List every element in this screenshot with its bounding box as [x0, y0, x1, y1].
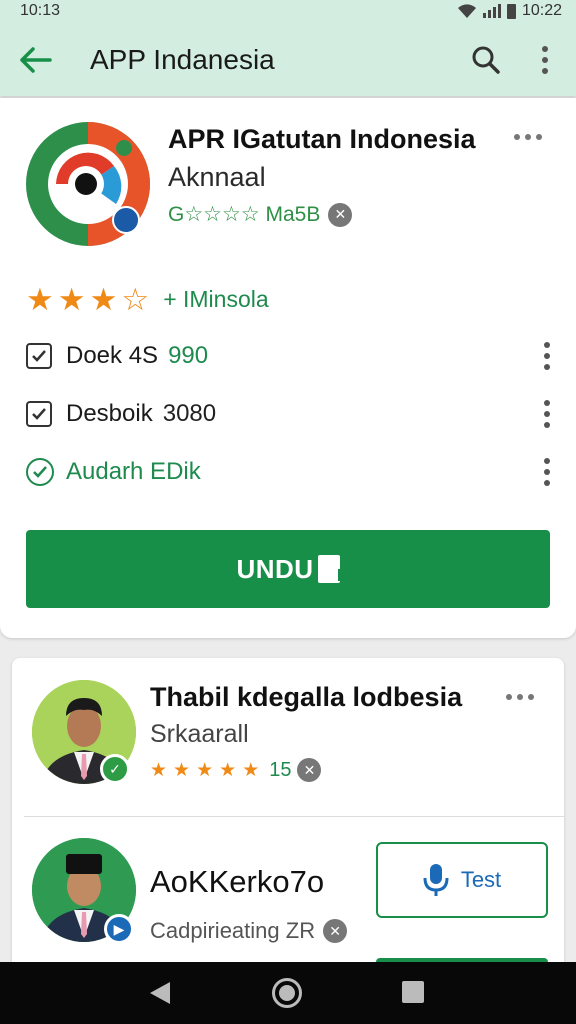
app-logo-icon: [26, 122, 150, 246]
option-row[interactable]: Desboik 3080: [26, 394, 556, 434]
system-nav-bar: [0, 962, 576, 1024]
rating-row: ★ ★ ★ ☆ + IMinsola: [26, 284, 269, 315]
divider: [24, 816, 564, 817]
app-title: APR IGatutan Indonesia: [168, 124, 476, 154]
star-filled-icon: ★: [57, 282, 86, 317]
install-label: UNDU: [236, 553, 314, 584]
overflow-menu-button[interactable]: [528, 40, 562, 80]
more-vertical-icon[interactable]: [544, 458, 550, 486]
play-badge-icon: ▶: [104, 914, 134, 944]
nav-recents-icon[interactable]: [402, 981, 424, 1003]
list-item-title[interactable]: AoKKerko7o: [150, 864, 324, 900]
app-developer: Aknnaal: [168, 162, 266, 192]
rating-text[interactable]: + IMinsola: [163, 286, 268, 313]
check-icon: [32, 408, 46, 420]
install-button[interactable]: UNDU: [26, 530, 550, 608]
app-icon: [26, 122, 150, 246]
app-meta-text: G☆☆☆☆ Ma5B: [168, 203, 321, 226]
checkbox[interactable]: [26, 401, 52, 427]
option-row[interactable]: Doek 4S 990: [26, 336, 556, 376]
close-circle-icon[interactable]: ✕: [297, 758, 322, 782]
star-filled-icon: ★: [150, 759, 168, 781]
star-filled-icon: ★: [196, 759, 214, 781]
verified-badge-icon: ✓: [100, 754, 130, 784]
close-circle-icon[interactable]: ✕: [328, 202, 353, 227]
review-count: 15: [269, 758, 292, 781]
list-item-subtitle: Srkaarall: [150, 720, 249, 748]
status-icons: 10:22: [457, 2, 562, 20]
option-row[interactable]: Audarh EDik: [26, 452, 556, 492]
nav-back-icon[interactable]: [148, 980, 172, 1006]
star-filled-icon: ★: [173, 759, 191, 781]
wifi-icon: [457, 4, 476, 18]
microphone-icon: [423, 864, 449, 896]
test-button[interactable]: Test: [376, 842, 548, 918]
list-item-meta: ★ ★ ★ ★ ★ 15 ✕: [150, 758, 322, 782]
status-bar: 10:13 10:22: [0, 0, 576, 22]
battery-icon: [506, 3, 516, 19]
download-icon: [317, 555, 344, 583]
search-button[interactable]: [466, 40, 506, 80]
signal-icon: [482, 4, 501, 18]
check-icon: [32, 350, 46, 362]
app-more-button[interactable]: [514, 134, 542, 140]
more-vertical-icon: [542, 46, 548, 74]
option-label: Desboik: [66, 400, 153, 427]
app-bar: APP Indanesia: [0, 22, 576, 96]
test-button-label: Test: [460, 867, 502, 892]
option-label: Audarh EDik: [66, 458, 201, 485]
list-item-more-button[interactable]: [506, 694, 534, 700]
checkbox[interactable]: [26, 343, 52, 369]
list-item-subtitle: Cadpirieating ZR: [150, 918, 316, 943]
app-detail-card: APR IGatutan Indonesia Aknnaal G☆☆☆☆ Ma5…: [0, 98, 576, 638]
related-apps-card: ✓ Thabil kdegalla lodbesia Srkaarall ★ ★…: [12, 658, 564, 978]
app-meta: G☆☆☆☆ Ma5B ✕: [168, 202, 353, 227]
option-label: Doek 4S: [66, 342, 159, 369]
list-item-subtitle-row: Cadpirieating ZR ✕: [150, 918, 348, 944]
option-value: 990: [168, 342, 209, 369]
star-outline-icon: ☆: [121, 282, 150, 317]
list-item-title[interactable]: Thabil kdegalla lodbesia: [150, 682, 462, 713]
check-circle-icon[interactable]: [26, 458, 54, 486]
close-circle-icon[interactable]: ✕: [323, 919, 348, 943]
search-icon: [472, 46, 500, 74]
star-filled-icon: ★: [89, 282, 118, 317]
nav-home-icon[interactable]: [272, 978, 302, 1008]
more-vertical-icon[interactable]: [544, 342, 550, 370]
status-time: 10:13: [20, 2, 61, 19]
arrow-left-icon: [20, 47, 52, 73]
page-title: APP Indanesia: [90, 44, 275, 75]
star-filled-icon: ★: [26, 282, 54, 317]
more-vertical-icon[interactable]: [544, 400, 550, 428]
star-filled-icon: ★: [219, 759, 237, 781]
star-half-icon: ★: [242, 759, 260, 781]
back-button[interactable]: [16, 40, 56, 80]
status-battery-text: 10:22: [521, 2, 562, 19]
option-value: 3080: [162, 400, 217, 427]
